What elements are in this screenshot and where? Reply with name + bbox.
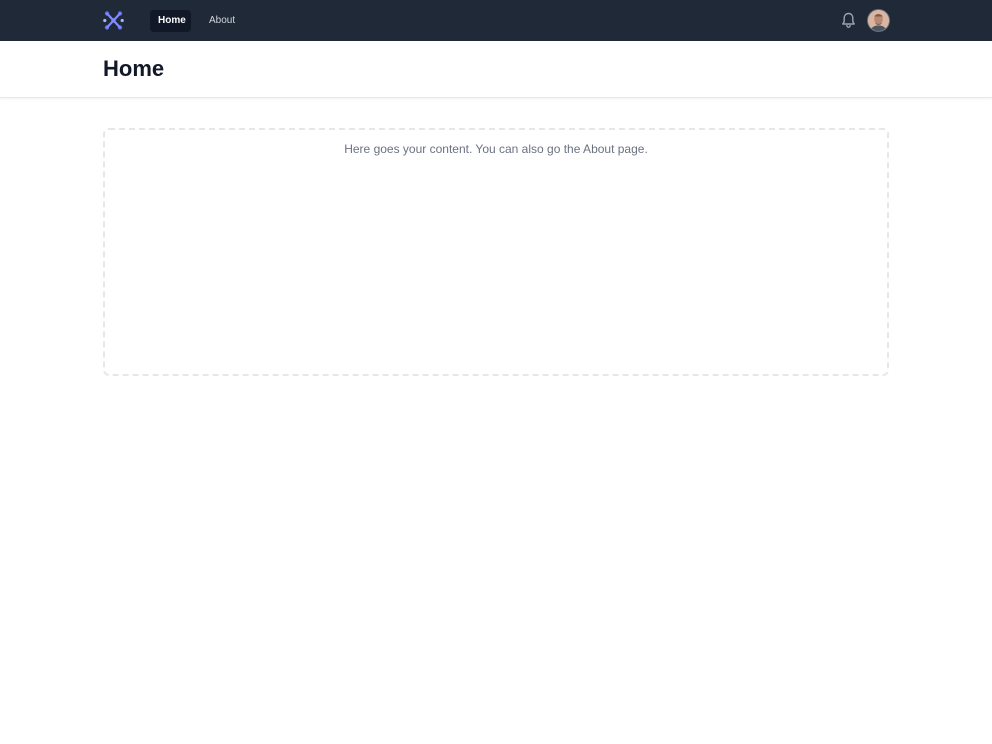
content-placeholder: Here goes your content. You can also go … (103, 128, 889, 376)
top-navbar: Home About (0, 0, 992, 41)
placeholder-text: Here goes your content. You can also go … (344, 142, 648, 156)
bell-icon[interactable] (841, 12, 856, 29)
user-avatar[interactable] (868, 10, 889, 31)
page-header: Home (0, 41, 992, 98)
nav-link-home[interactable]: Home (150, 10, 191, 32)
logo-icon[interactable] (103, 10, 124, 31)
nav-link-about[interactable]: About (201, 10, 243, 32)
page-title: Home (103, 56, 165, 81)
